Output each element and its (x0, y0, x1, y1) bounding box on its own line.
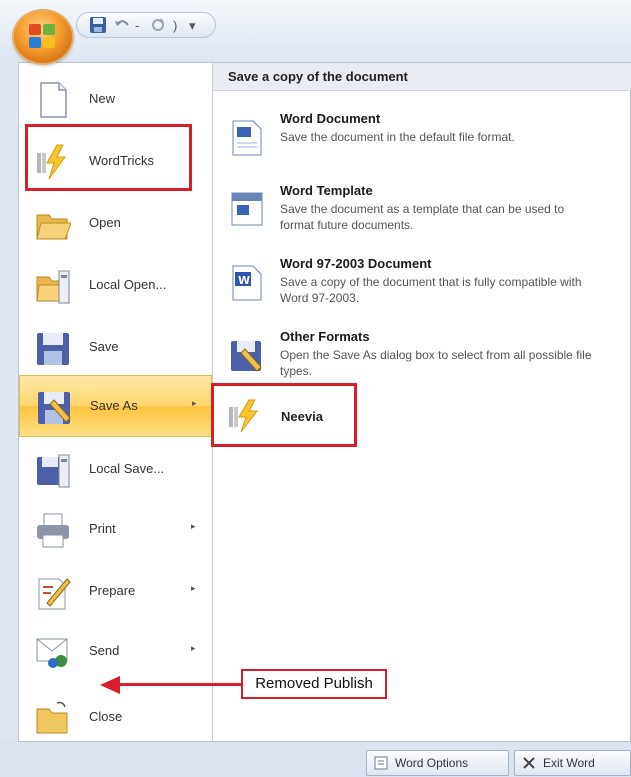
option-title: Other Formats (280, 329, 370, 344)
annotation-callout: Removed Publish (241, 669, 387, 699)
menu-item-send[interactable]: Send ▸ (19, 621, 212, 681)
menu-item-save[interactable]: Save (19, 317, 212, 377)
exit-word-label: Exit Word (543, 756, 595, 770)
word-options-label: Word Options (395, 756, 469, 770)
menu-label: Save (89, 339, 119, 354)
menu-item-open[interactable]: Open (19, 193, 212, 253)
prepare-icon (35, 573, 71, 611)
submenu-arrow-icon: ▸ (191, 643, 196, 653)
svg-text:W: W (238, 274, 250, 287)
option-other-formats[interactable]: Other Formats Open the Save As dialog bo… (213, 329, 631, 399)
save-icon[interactable] (89, 16, 107, 36)
option-title: Word 97-2003 Document (280, 256, 432, 271)
menu-bottom-bar: Word Options Exit Word (0, 742, 631, 777)
option-description: Save a copy of the document that is full… (280, 275, 582, 305)
local-open-icon (35, 267, 71, 305)
office-menu: New WordTricks Open Local Open... Save S… (18, 62, 631, 742)
annotation-arrow-line (118, 683, 241, 686)
submenu-arrow-icon: ▸ (191, 521, 196, 531)
open-folder-icon (35, 205, 72, 243)
local-save-icon (35, 451, 71, 489)
qat-separator-2: ) (173, 18, 178, 33)
office-logo-icon (29, 24, 57, 50)
options-icon (373, 755, 389, 771)
save-as-submenu: Save a copy of the document Word Documen… (211, 63, 631, 741)
exit-word-button[interactable]: Exit Word (514, 750, 631, 776)
menu-label: Send (89, 643, 120, 658)
menu-label: Print (89, 521, 116, 536)
menu-label: Local Open... (89, 277, 167, 292)
word-document-icon (229, 117, 265, 157)
word-97-2003-icon: W (229, 262, 265, 302)
undo-icon[interactable] (113, 16, 131, 36)
office-button[interactable] (14, 11, 72, 63)
menu-label: WordTricks (89, 153, 154, 168)
menu-item-prepare[interactable]: Prepare ▸ (19, 561, 212, 621)
option-title: Word Template (280, 183, 373, 198)
menu-label: Open (89, 215, 121, 230)
option-description: Save the document as a template that can… (280, 202, 565, 232)
title-bar: - ) ▾ (0, 0, 631, 62)
menu-item-new[interactable]: New (19, 69, 212, 129)
word-options-button[interactable]: Word Options (366, 750, 509, 776)
option-word-document[interactable]: Word Document Save the document in the d… (213, 111, 631, 181)
menu-item-close[interactable]: Close (19, 687, 212, 747)
lightning-icon (227, 399, 263, 433)
menu-label: New (89, 91, 116, 106)
close-icon (521, 755, 537, 771)
option-description: Open the Save As dialog box to select fr… (280, 348, 592, 378)
save-as-icon (36, 388, 72, 426)
menu-item-local-save[interactable]: Local Save... (19, 439, 212, 499)
submenu-header: Save a copy of the document (213, 63, 631, 91)
menu-label: Prepare (89, 583, 136, 598)
customize-qat-icon[interactable]: ▾ (189, 16, 196, 36)
new-document-icon (35, 81, 71, 119)
quick-access-toolbar: - ) ▾ (76, 12, 216, 38)
menu-label: Close (89, 709, 123, 724)
menu-label: Local Save... (89, 461, 165, 476)
menu-item-save-as[interactable]: Save As ▸ (19, 375, 212, 437)
close-folder-icon (35, 699, 71, 737)
annotation-arrow-head (100, 676, 120, 694)
menu-label: Save As (90, 398, 138, 413)
menu-item-print[interactable]: Print ▸ (19, 499, 212, 559)
option-word-template[interactable]: Word Template Save the document as a tem… (213, 183, 631, 253)
menu-item-wordtricks[interactable]: WordTricks (19, 131, 212, 191)
redo-icon[interactable] (149, 16, 167, 36)
submenu-arrow-icon: ▸ (192, 398, 197, 408)
save-icon (35, 329, 71, 367)
send-icon (35, 633, 71, 671)
lightning-icon (35, 143, 71, 181)
submenu-arrow-icon: ▸ (191, 583, 196, 593)
other-formats-icon (229, 335, 265, 375)
menu-item-local-open[interactable]: Local Open... (19, 255, 212, 315)
word-template-icon (229, 189, 265, 229)
option-word-97-2003[interactable]: W Word 97-2003 Document Save a copy of t… (213, 256, 631, 326)
option-title: Word Document (280, 111, 381, 126)
option-description: Save the document in the default file fo… (280, 130, 515, 144)
qat-separator: - (135, 18, 140, 33)
option-title: Neevia (281, 409, 323, 424)
printer-icon (35, 511, 71, 549)
option-neevia[interactable]: Neevia (213, 391, 631, 439)
menu-left-pane: New WordTricks Open Local Open... Save S… (19, 63, 212, 741)
